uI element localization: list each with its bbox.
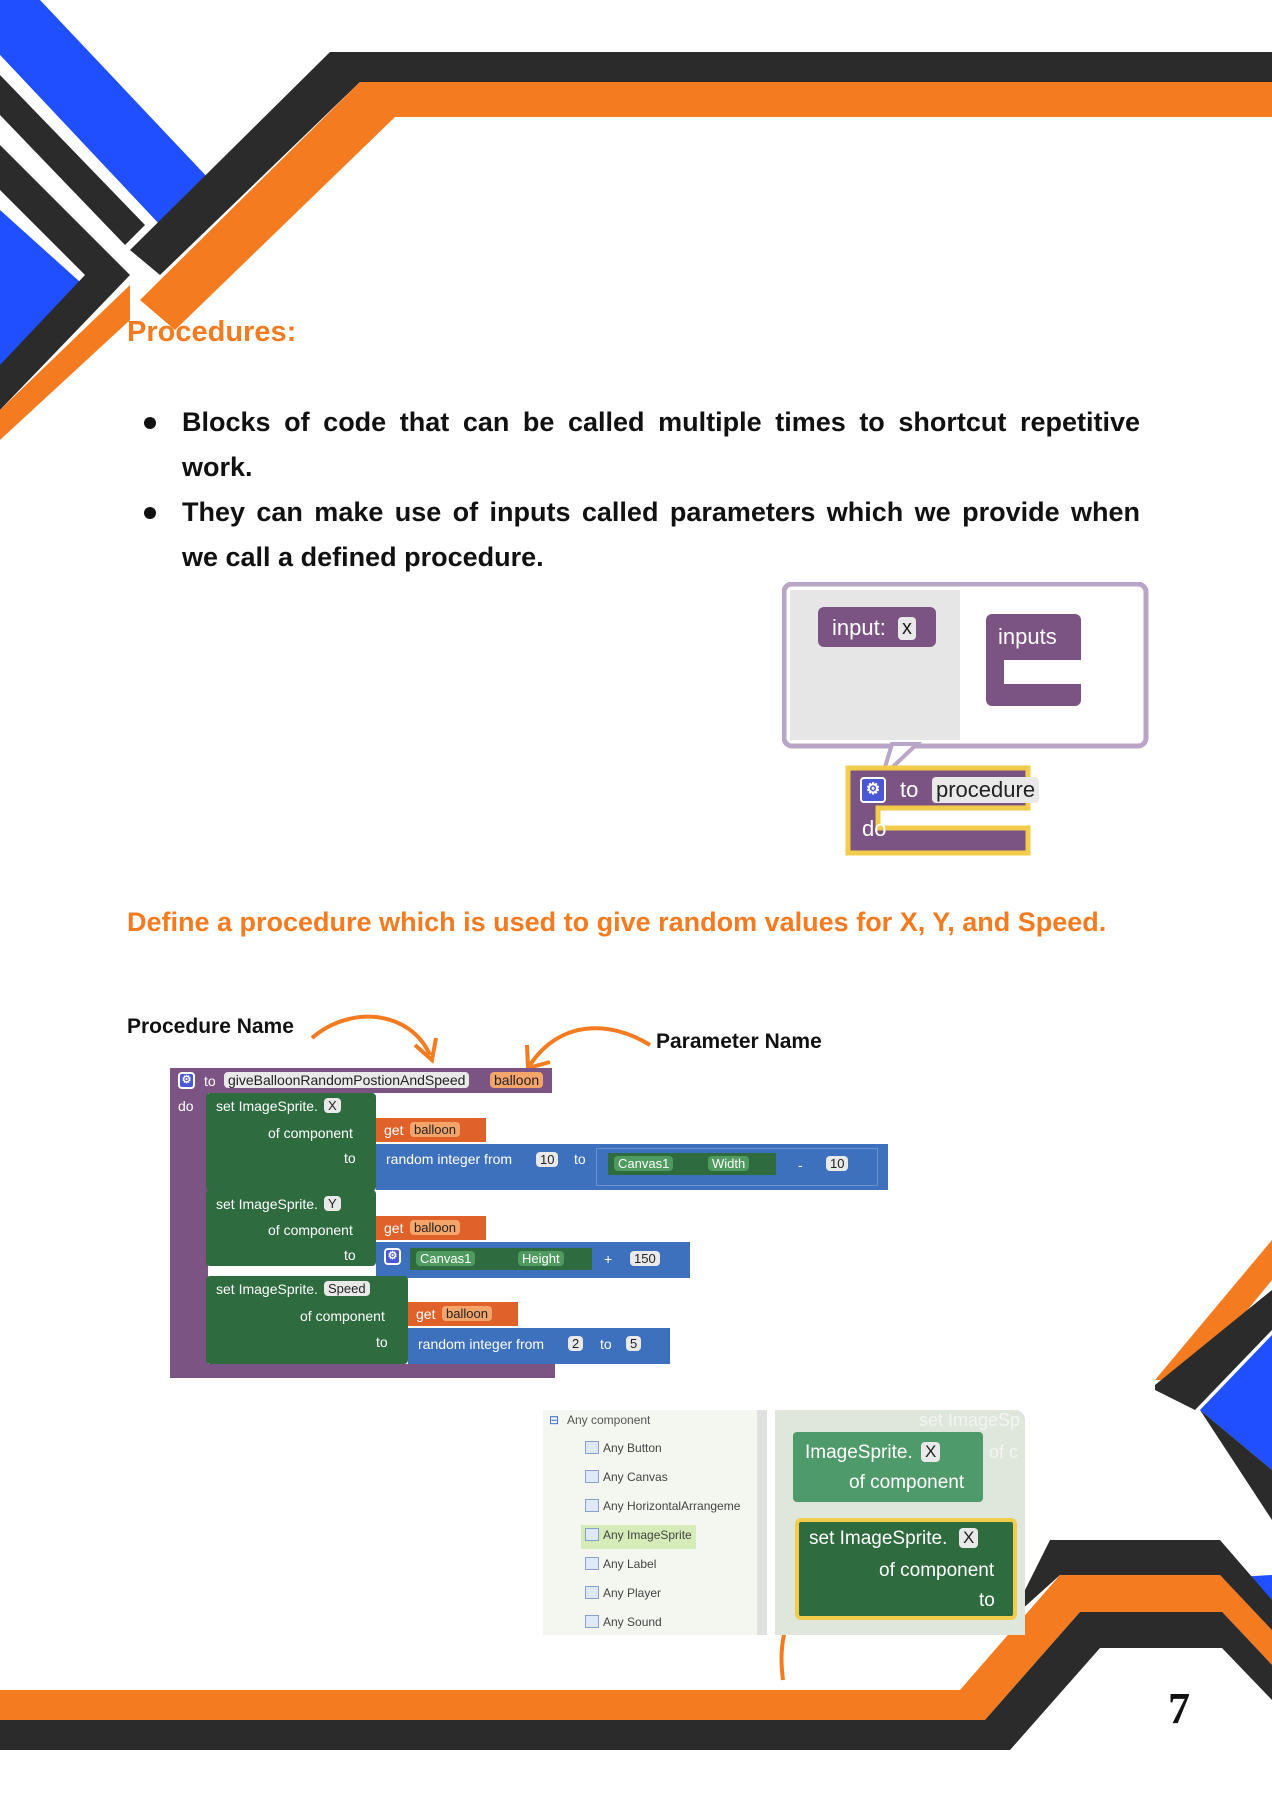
- component-icon: [585, 1557, 599, 1570]
- component-list-item[interactable]: Any Sound: [581, 1612, 666, 1636]
- setter-of-label: of component: [879, 1560, 995, 1581]
- gear-icon[interactable]: ⚙: [384, 1248, 401, 1265]
- setter-to-label: to: [979, 1590, 995, 1611]
- of-component-label: of component: [300, 1308, 385, 1324]
- of-component-label: of component: [268, 1222, 353, 1238]
- drawer-header: Any component: [567, 1413, 651, 1427]
- ghost-of-text: of c: [989, 1442, 1019, 1462]
- to-label: to: [376, 1334, 388, 1350]
- component-label: Any HorizontalArrangeme: [603, 1499, 741, 1513]
- component-icon: [585, 1586, 599, 1599]
- minus-label: -: [798, 1157, 803, 1173]
- to-label: to: [204, 1073, 216, 1089]
- getter-prop-dropdown[interactable]: X: [921, 1442, 941, 1462]
- component-icon: [585, 1441, 599, 1454]
- procedure-body-bar: [170, 1068, 208, 1378]
- set-label: set ImageSprite.: [216, 1196, 318, 1212]
- procedure-definition-block: ⚙ to giveBalloonRandomPostionAndSpeed ba…: [168, 1068, 888, 1378]
- get-label: get: [416, 1306, 436, 1322]
- to-label: to: [344, 1247, 356, 1263]
- prop-speed-dropdown[interactable]: Speed: [324, 1281, 370, 1296]
- of-component-label: of component: [268, 1125, 353, 1141]
- gear-icon[interactable]: ⚙: [178, 1072, 195, 1089]
- page-number: 7: [1168, 1684, 1190, 1733]
- component-icon: [585, 1615, 599, 1628]
- component-label: Any ImageSprite: [603, 1528, 692, 1542]
- canvas-chip[interactable]: Canvas1: [416, 1251, 476, 1266]
- component-icon: [585, 1528, 599, 1541]
- to-label: to: [600, 1336, 612, 1352]
- ghost-block-text: set ImageSp: [919, 1410, 1021, 1430]
- component-list-item[interactable]: Any ImageSprite: [581, 1525, 696, 1549]
- number-chip[interactable]: 150: [630, 1251, 660, 1266]
- get-var-chip[interactable]: balloon: [410, 1122, 460, 1137]
- component-label: Any Player: [603, 1586, 662, 1600]
- to-label: to: [344, 1150, 356, 1166]
- number-chip[interactable]: 10: [826, 1156, 849, 1171]
- component-list-item[interactable]: Any Canvas: [581, 1467, 672, 1491]
- setter-prop-dropdown[interactable]: X: [959, 1528, 979, 1548]
- component-label: Any Sound: [603, 1615, 662, 1629]
- plus-label: +: [604, 1251, 613, 1267]
- number-chip[interactable]: 2: [568, 1336, 584, 1351]
- collapse-icon[interactable]: ⊟: [549, 1413, 559, 1427]
- get-label: get: [384, 1122, 404, 1138]
- component-label: Any Button: [603, 1441, 662, 1455]
- width-chip[interactable]: Width: [708, 1156, 750, 1171]
- component-icon: [585, 1470, 599, 1483]
- procedure-name-chip[interactable]: giveBalloonRandomPostionAndSpeed: [224, 1072, 470, 1088]
- do-label: do: [178, 1098, 194, 1114]
- procedure-footer: [170, 1364, 555, 1378]
- getter-of-label: of component: [849, 1472, 965, 1493]
- getter-label: ImageSprite.: [805, 1442, 913, 1463]
- parameter-chip[interactable]: balloon: [490, 1072, 544, 1088]
- component-list-item[interactable]: Any Player: [581, 1583, 665, 1607]
- number-chip[interactable]: 10: [536, 1152, 559, 1167]
- prop-x-dropdown[interactable]: X: [324, 1098, 341, 1113]
- height-chip[interactable]: Height: [518, 1251, 564, 1266]
- get-label: get: [384, 1220, 404, 1236]
- prop-y-dropdown[interactable]: Y: [324, 1196, 341, 1211]
- component-drawer-screenshot: ⊟ Any component Any Button Any Canvas Any …: [543, 1410, 1025, 1635]
- set-label: set ImageSprite.: [216, 1281, 318, 1297]
- drawer-divider: [757, 1410, 767, 1635]
- component-icon: [585, 1499, 599, 1512]
- set-label: set ImageSprite.: [216, 1098, 318, 1114]
- get-var-chip[interactable]: balloon: [410, 1220, 460, 1235]
- setter-label: set ImageSprite.: [809, 1528, 948, 1549]
- component-list-item[interactable]: Any HorizontalArrangeme: [581, 1496, 744, 1520]
- component-label: Any Label: [603, 1557, 657, 1571]
- component-list-item[interactable]: Any Label: [581, 1554, 660, 1578]
- component-list-item[interactable]: Any Button: [581, 1438, 666, 1462]
- component-label: Any Canvas: [603, 1470, 668, 1484]
- number-chip[interactable]: 5: [626, 1336, 642, 1351]
- random-label: random integer from: [418, 1336, 545, 1352]
- random-label: random integer from: [386, 1151, 513, 1167]
- canvas-chip[interactable]: Canvas1: [614, 1156, 674, 1171]
- to-label: to: [574, 1151, 586, 1167]
- get-var-chip[interactable]: balloon: [442, 1306, 492, 1321]
